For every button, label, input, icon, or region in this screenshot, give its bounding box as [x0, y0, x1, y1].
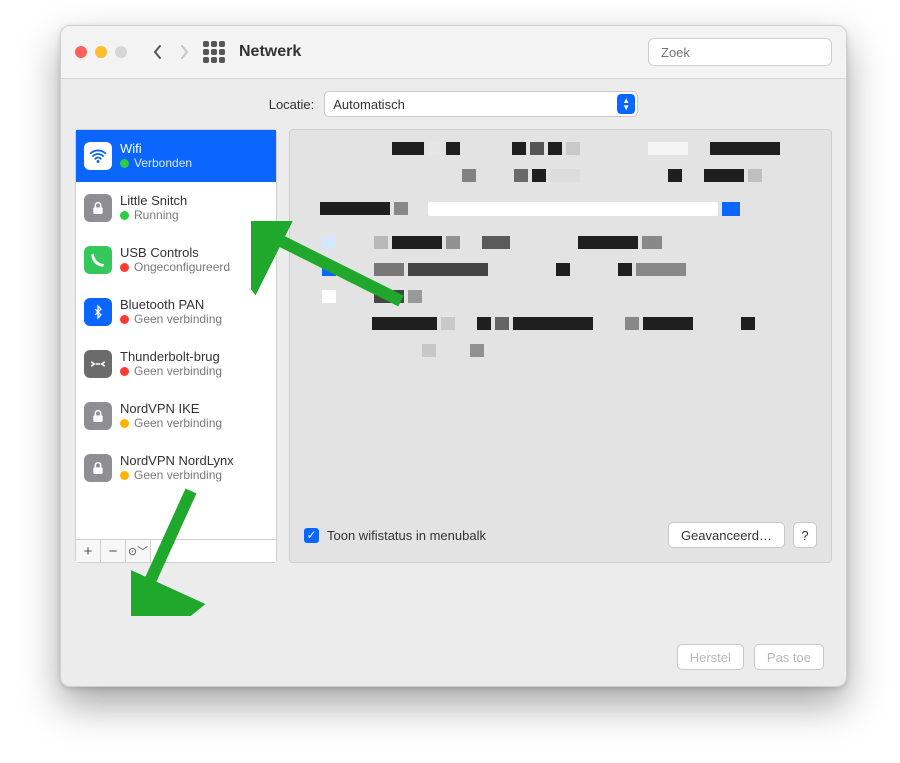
apply-button[interactable]: Pas toe [754, 644, 824, 670]
status-dot-icon [120, 263, 129, 272]
status-dot-icon [120, 419, 129, 428]
status-dot-icon [120, 211, 129, 220]
help-button[interactable]: ? [793, 522, 817, 548]
remove-service-button[interactable]: − [101, 540, 126, 562]
titlebar: Netwerk [61, 26, 846, 79]
show-wifi-label: Toon wifistatus in menubalk [327, 528, 486, 543]
close-icon[interactable] [75, 46, 87, 58]
service-name: USB Controls [120, 245, 230, 260]
minimize-icon[interactable] [95, 46, 107, 58]
service-row-nordvpn-ike[interactable]: NordVPN IKEGeen verbinding [76, 390, 276, 442]
detail-panel: ✓ Toon wifistatus in menubalk Geavanceer… [289, 129, 832, 563]
lock-icon [84, 454, 112, 482]
sidebar-footer-spacer [151, 540, 276, 562]
bluetooth-icon [84, 298, 112, 326]
chevron-updown-icon: ▲▼ [617, 94, 635, 114]
service-status: Geen verbinding [120, 364, 222, 379]
sidebar-footer: + − ⊙﹀ [76, 539, 276, 562]
service-row-thunderbolt-brug[interactable]: Thunderbolt-brugGeen verbinding [76, 338, 276, 390]
status-dot-icon [120, 471, 129, 480]
service-row-little-snitch[interactable]: Little SnitchRunning [76, 182, 276, 234]
service-row-bluetooth-pan[interactable]: Bluetooth PANGeen verbinding [76, 286, 276, 338]
service-name: Wifi [120, 141, 192, 156]
search-field[interactable] [648, 38, 832, 66]
zoom-icon [115, 46, 127, 58]
status-dot-icon [120, 159, 129, 168]
bridge-icon [84, 350, 112, 378]
service-list: WifiVerbondenLittle SnitchRunningUSB Con… [76, 130, 276, 539]
location-popup[interactable]: Automatisch ▲▼ [324, 91, 638, 117]
show-all-icon[interactable] [203, 41, 225, 63]
window-footer: Herstel Pas toe [677, 644, 824, 670]
advanced-button[interactable]: Geavanceerd… [668, 522, 785, 548]
window-controls [75, 46, 127, 58]
service-row-nordvpn-nordlynx[interactable]: NordVPN NordLynxGeen verbinding [76, 442, 276, 494]
service-name: NordVPN NordLynx [120, 453, 234, 468]
chevron-left-icon [152, 44, 164, 60]
service-row-usb-controls[interactable]: USB ControlsOngeconfigureerd [76, 234, 276, 286]
window-title: Netwerk [239, 43, 301, 61]
service-name: Thunderbolt-brug [120, 349, 222, 364]
location-label: Locatie: [269, 97, 315, 112]
location-row: Locatie: Automatisch ▲▼ [61, 79, 846, 129]
add-service-button[interactable]: + [76, 540, 101, 562]
show-wifi-checkbox[interactable]: ✓ [304, 528, 319, 543]
service-status: Ongeconfigureerd [120, 260, 230, 275]
lock-icon [84, 194, 112, 222]
wifi-icon [84, 142, 112, 170]
service-name: Bluetooth PAN [120, 297, 222, 312]
service-status: Verbonden [120, 156, 192, 171]
panel-bottom-row: ✓ Toon wifistatus in menubalk Geavanceer… [304, 522, 817, 548]
service-sidebar: WifiVerbondenLittle SnitchRunningUSB Con… [75, 129, 277, 563]
back-button[interactable] [145, 36, 171, 68]
service-status: Geen verbinding [120, 312, 222, 327]
service-status: Geen verbinding [120, 416, 222, 431]
preferences-window: Netwerk Locatie: Automatisch ▲▼ WifiVerb… [60, 25, 847, 687]
service-name: Little Snitch [120, 193, 187, 208]
search-input[interactable] [659, 44, 839, 61]
redacted-content [302, 142, 819, 412]
status-dot-icon [120, 315, 129, 324]
service-status: Running [120, 208, 187, 223]
service-row-wifi[interactable]: WifiVerbonden [76, 130, 276, 182]
service-name: NordVPN IKE [120, 401, 222, 416]
service-status: Geen verbinding [120, 468, 234, 483]
phone-icon [84, 246, 112, 274]
status-dot-icon [120, 367, 129, 376]
location-value: Automatisch [333, 97, 405, 112]
revert-button[interactable]: Herstel [677, 644, 744, 670]
chevron-right-icon [178, 44, 190, 60]
forward-button [171, 36, 197, 68]
action-menu-button[interactable]: ⊙﹀ [126, 540, 151, 562]
lock-icon [84, 402, 112, 430]
